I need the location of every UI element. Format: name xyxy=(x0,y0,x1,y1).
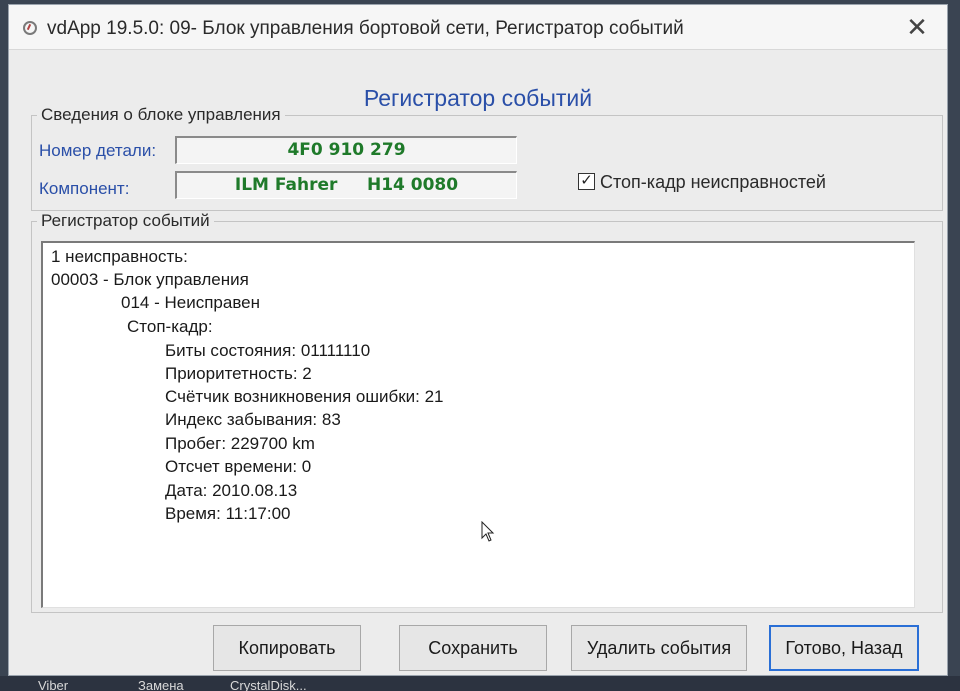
delete-events-button[interactable]: Удалить события xyxy=(571,625,747,671)
window-title: vdApp 19.5.0: 09- Блок управления бортов… xyxy=(47,18,684,39)
save-button[interactable]: Сохранить xyxy=(399,625,547,671)
log-line: Счётчик возникновения ошибки: 21 xyxy=(165,387,444,406)
component-label: Компонент: xyxy=(39,179,130,198)
taskbar-item-viber[interactable]: Viber xyxy=(38,678,68,691)
freeze-frame-checkbox[interactable]: ✓ xyxy=(578,173,595,190)
log-line: Пробег: 229700 km xyxy=(165,434,315,453)
taskbar-item-zamena[interactable]: Замена xyxy=(138,678,184,691)
event-log-textbox[interactable]: 1 неисправность: 00003 - Блок управления… xyxy=(41,241,915,608)
log-line: Отсчет времени: 0 xyxy=(165,457,312,476)
done-back-button[interactable]: Готово, Назад xyxy=(769,625,919,671)
freeze-frame-checkbox-label[interactable]: Стоп-кадр неисправностей xyxy=(600,172,826,193)
log-line: Дата: 2010.08.13 xyxy=(165,481,298,500)
event-log-group-label: Регистратор событий xyxy=(37,211,214,231)
copy-button[interactable]: Копировать xyxy=(213,625,361,671)
taskbar-item-crystaldisk[interactable]: CrystalDisk... xyxy=(230,678,307,691)
mouse-cursor-icon xyxy=(481,521,495,542)
part-number-field: 4F0 910 279 xyxy=(175,136,517,164)
part-number-label: Номер детали: xyxy=(39,141,157,160)
log-line: Приоритетность: 2 xyxy=(165,364,312,383)
log-line: 00003 - Блок управления xyxy=(51,270,249,289)
log-line: Биты состояния: 01111110 xyxy=(165,341,371,360)
app-window: vdApp 19.5.0: 09- Блок управления бортов… xyxy=(8,4,948,676)
control-unit-group-label: Сведения о блоке управления xyxy=(37,105,285,125)
title-bar[interactable]: vdApp 19.5.0: 09- Блок управления бортов… xyxy=(9,5,947,50)
log-line: Индекс забывания: 83 xyxy=(165,410,341,429)
app-icon xyxy=(23,21,37,35)
close-icon[interactable]: ✕ xyxy=(899,11,935,43)
log-line: 1 неисправность: xyxy=(51,247,188,266)
log-line: Стоп-кадр: xyxy=(127,317,213,336)
log-line: Время: 11:17:00 xyxy=(165,504,291,523)
taskbar: Viber Замена CrystalDisk... xyxy=(0,676,960,691)
screen: vdApp 19.5.0: 09- Блок управления бортов… xyxy=(0,0,960,691)
log-line: 014 - Неисправен xyxy=(121,293,260,312)
component-field: ILM Fahrer H14 0080 xyxy=(175,171,517,199)
